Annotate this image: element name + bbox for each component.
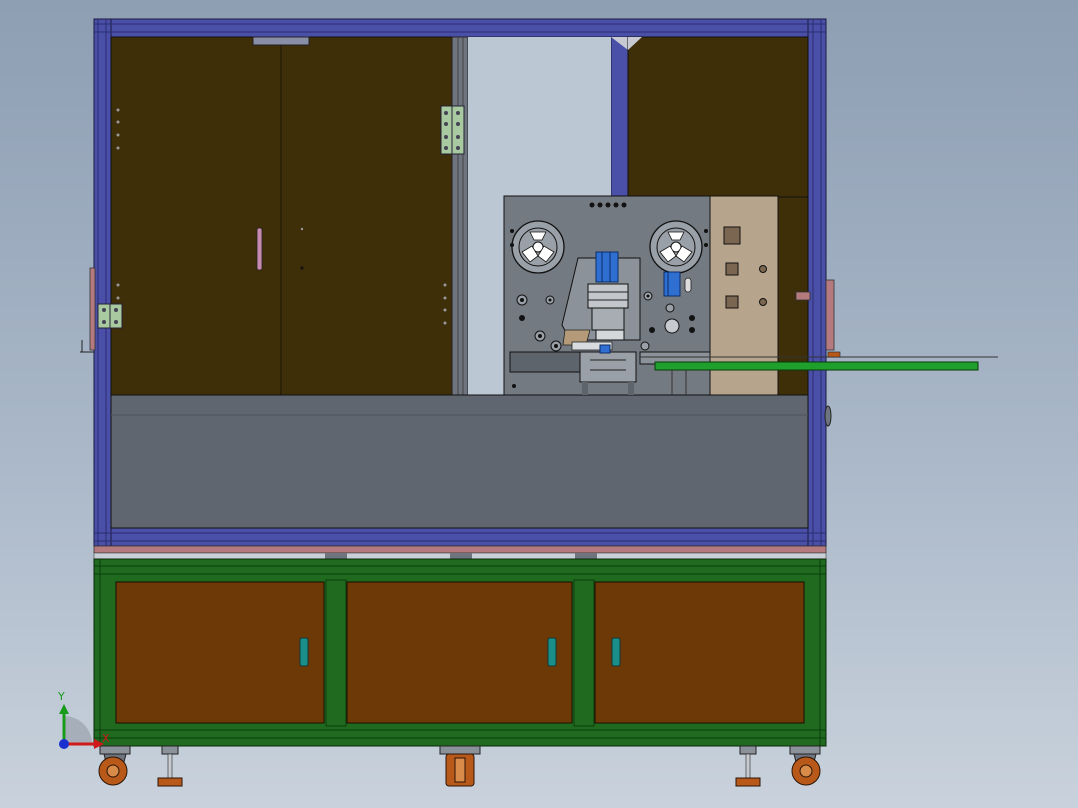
- hinge-upper: [440, 105, 465, 155]
- door-handle: [256, 227, 263, 271]
- cabinet-handle-1: [299, 637, 309, 667]
- cabinet-handle-3: [611, 637, 621, 667]
- right-door: [627, 36, 809, 198]
- reel-right: [649, 220, 703, 274]
- lower-cabinet: [93, 558, 827, 747]
- cabinet-door-right: [594, 581, 805, 724]
- cabinet-door-middle: [346, 581, 573, 724]
- x-axis-label: X: [102, 732, 110, 745]
- cabinet-handle-2: [547, 637, 557, 667]
- y-axis-label: Y: [57, 690, 65, 703]
- cylinder-blue: [595, 251, 619, 283]
- cad-drawing: Y X: [57, 18, 998, 787]
- casters: [98, 745, 821, 787]
- left-door: [110, 36, 453, 396]
- hinge-left: [97, 303, 123, 329]
- reel-left: [511, 220, 565, 274]
- cabinet-door-left: [115, 581, 325, 724]
